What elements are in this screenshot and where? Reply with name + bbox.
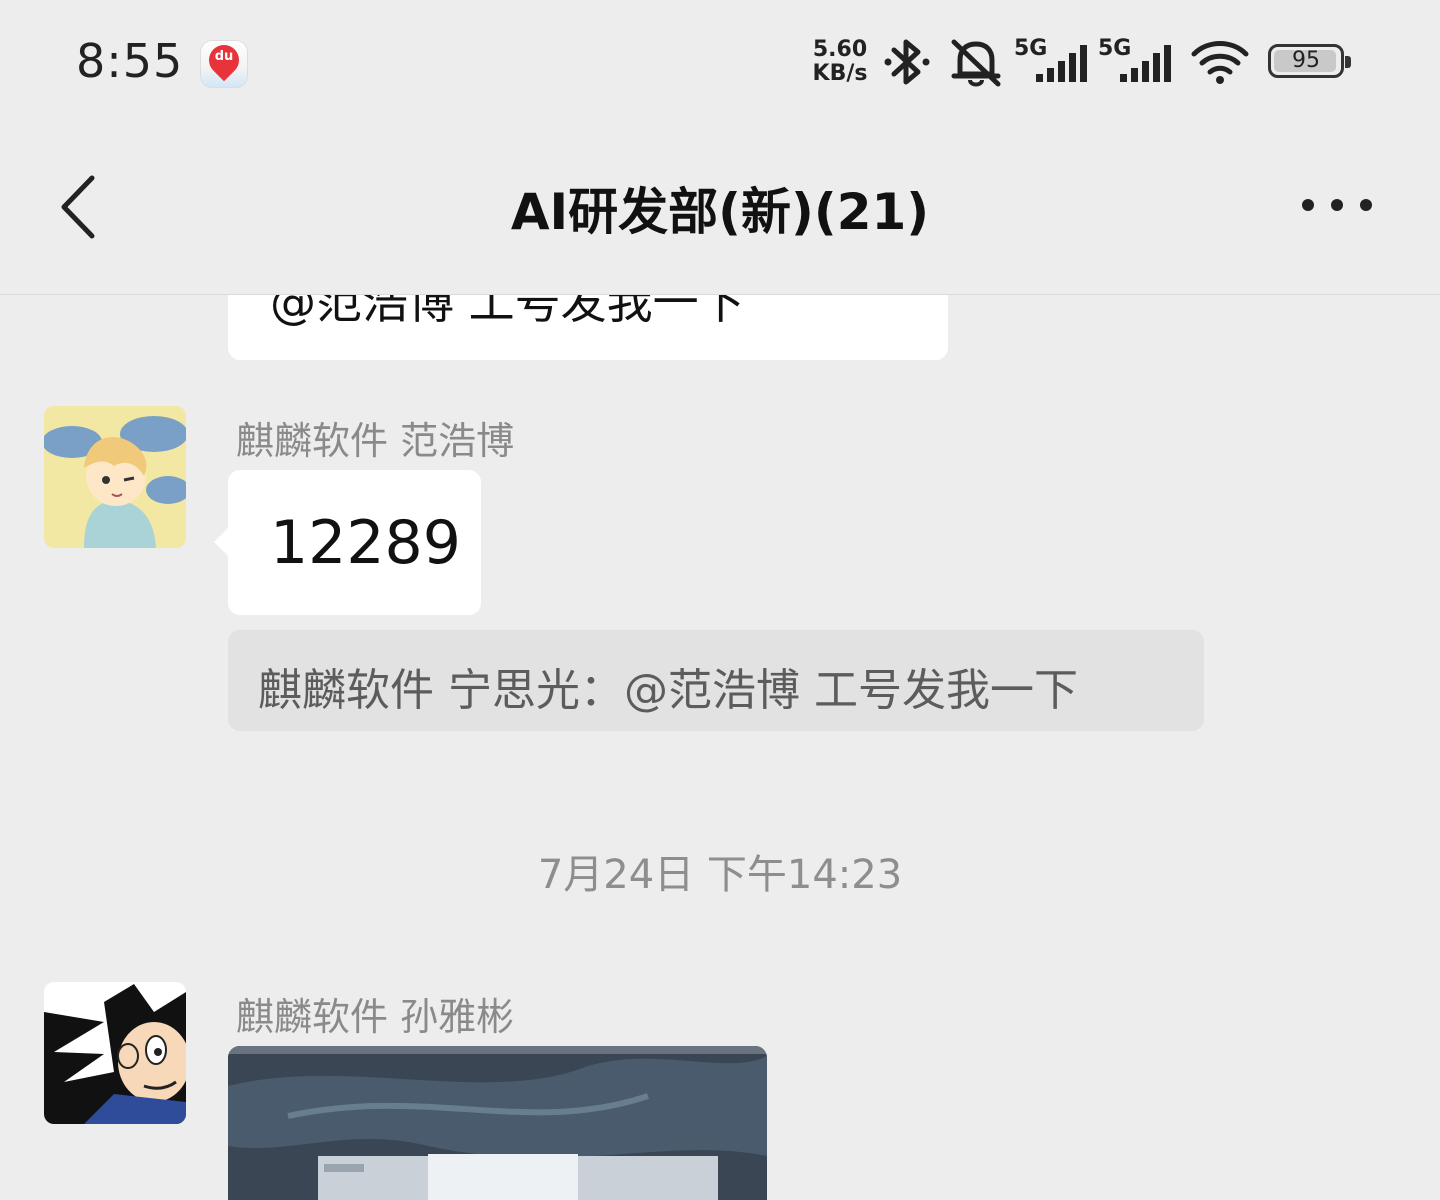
signal-icon: 5G: [1098, 36, 1178, 86]
chat-title: AI研发部(新)(21): [510, 183, 930, 241]
message-timestamp: 7月24日 下午14:23: [537, 852, 903, 898]
quoted-message[interactable]: 麒麟软件 宁思光：@范浩博 工号发我一下: [228, 630, 1204, 731]
sender-name: 麒麟软件 孙雅彬: [236, 995, 515, 1039]
image-message[interactable]: [228, 1046, 767, 1200]
status-time: 8:55: [76, 34, 184, 88]
message-list[interactable]: @范浩博 工号发我一下 麒麟软件 范浩博 12289 麒麟软件 宁思光：@范浩博…: [0, 294, 1440, 1200]
battery-icon: 95: [1268, 44, 1351, 78]
battery-level: 95: [1292, 48, 1320, 73]
avatar[interactable]: [44, 406, 186, 548]
chat-screen: 8:55 du 5.60 KB/s 5G 5G 95 AI研发部(新)(21) …: [0, 0, 1440, 1200]
signal-icon: 5G: [1014, 36, 1094, 86]
message-bubble[interactable]: @范浩博 工号发我一下: [228, 294, 948, 360]
app-icon-label: du: [214, 49, 234, 64]
bluetooth-icon: [884, 39, 930, 85]
message-text: 12289: [270, 508, 461, 578]
avatar[interactable]: [44, 982, 186, 1124]
wifi-icon: [1191, 41, 1249, 84]
quoted-message-text: 麒麟软件 宁思光：@范浩博 工号发我一下: [258, 665, 1078, 716]
message-bubble[interactable]: 12289: [214, 470, 481, 615]
more-button[interactable]: [1294, 190, 1380, 220]
sender-name: 麒麟软件 范浩博: [236, 419, 515, 463]
more-icon: [1302, 199, 1372, 211]
network-speed-value: 5.60: [812, 37, 868, 62]
chat-header: AI研发部(新)(21): [0, 120, 1440, 295]
network-speed: 5.60 KB/s: [808, 38, 872, 86]
status-bar: 8:55 du 5.60 KB/s 5G 5G 95: [0, 0, 1440, 120]
mute-icon: [951, 39, 1001, 87]
network-speed-unit: KB/s: [812, 61, 868, 86]
baidu-maps-icon: du: [200, 38, 248, 88]
message-text: @范浩博 工号发我一下: [270, 294, 745, 329]
